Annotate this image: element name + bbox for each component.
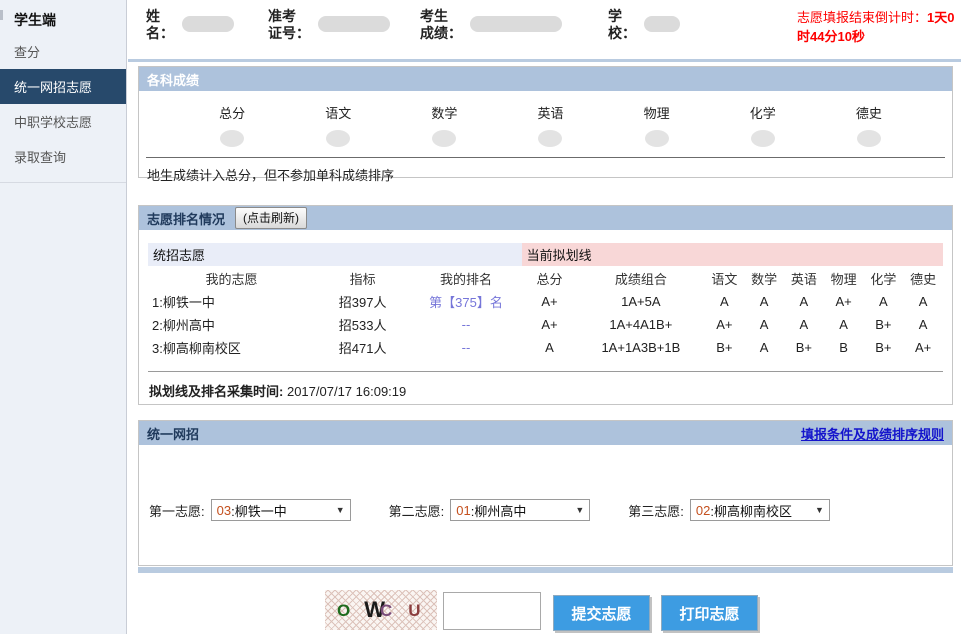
school-value-redacted (644, 16, 680, 32)
score-value-redacted (470, 16, 562, 32)
choice-second-label: 第二志愿: (389, 501, 445, 520)
score-redacted (220, 130, 244, 147)
school-label-line2: 校： (608, 25, 636, 42)
sidebar-title: 学生端 (0, 0, 126, 34)
name-label-line2: 名： (146, 25, 174, 42)
field-name: 姓名： (146, 8, 268, 42)
exam-id-value-redacted (318, 16, 390, 32)
choice-first-select[interactable]: 03:柳铁一中 ▼ (211, 499, 351, 521)
form-title: 统一网招 (147, 424, 199, 443)
captcha-letter: C (380, 602, 392, 619)
my-rank-value: -- (410, 313, 521, 336)
volunteer-ranking-section: 志愿排名情况 (点击刷新) 统招志愿 当前拟划线 我的志愿 指标 我的排名 总分… (138, 205, 953, 405)
score-redacted (857, 130, 881, 147)
name-value-redacted (182, 16, 234, 32)
unified-recruitment-section: 统一网招 填报条件及成绩排序规则 第一志愿: 03:柳铁一中 ▼ 第二志愿: 0… (138, 420, 953, 566)
subject-morality-history: 德史 (816, 103, 922, 147)
my-rank-value: 第【375】名 (410, 290, 521, 313)
subject-physics: 物理 (604, 103, 710, 147)
captcha-letter: O (337, 602, 350, 619)
sidebar-item-unified-volunteer[interactable]: 统一网招志愿 (0, 69, 126, 104)
score-redacted (326, 130, 350, 147)
sidebar-item-admission-query[interactable]: 录取查询 (0, 139, 126, 174)
group-header-left: 统招志愿 (148, 243, 522, 266)
exam-id-label-line2: 证号： (268, 25, 310, 42)
choice-third: 第三志愿: 02:柳高柳南校区 ▼ (628, 499, 830, 521)
captcha-letter: U (408, 602, 420, 619)
subject-chemistry: 化学 (710, 103, 816, 147)
score-redacted (538, 130, 562, 147)
field-exam-score: 考生成绩： (420, 8, 608, 42)
dropdown-arrow-icon: ▼ (815, 505, 824, 515)
group-header-right: 当前拟划线 (522, 243, 943, 266)
choice-first: 第一志愿: 03:柳铁一中 ▼ (149, 499, 351, 521)
choice-third-select[interactable]: 02:柳高柳南校区 ▼ (690, 499, 830, 521)
scores-note: 地生成绩计入总分，但不参加单科成绩排序 (139, 158, 952, 184)
choice-second-select[interactable]: 01:柳州高中 ▼ (450, 499, 590, 521)
name-label-line1: 姓 (146, 8, 174, 25)
dropdown-arrow-icon: ▼ (336, 505, 345, 515)
group-header-row: 统招志愿 当前拟划线 (148, 243, 943, 266)
sidebar-item-check-score[interactable]: 查分 (0, 34, 126, 69)
table-row: 2:柳州高中 招533人 -- A+ 1A+4A1B+ A+ A A A B+ … (148, 313, 943, 336)
ranking-table: 统招志愿 当前拟划线 我的志愿 指标 我的排名 总分 成绩组合 语文 数学 英语… (148, 243, 943, 359)
subject-scores-section: 各科成绩 总分 语文 数学 英语 物理 化学 德史 地生成绩计入总分，但不参加单… (138, 66, 953, 178)
field-school: 学校： (608, 8, 680, 42)
subject-total: 总分 (179, 103, 285, 147)
subject-chinese: 语文 (285, 103, 391, 147)
table-row: 3:柳高柳南校区 招471人 -- A 1A+1A3B+1B B+ A B+ B… (148, 336, 943, 359)
sidebar-divider (0, 182, 126, 183)
subject-math: 数学 (391, 103, 497, 147)
choice-third-label: 第三志愿: (628, 501, 684, 520)
sidebar: 学生端 查分 统一网招志愿 中职学校志愿 录取查询 (0, 0, 127, 634)
subject-english: 英语 (497, 103, 603, 147)
sidebar-item-vocational-volunteer[interactable]: 中职学校志愿 (0, 104, 126, 139)
collection-timestamp: 拟划线及排名采集时间: 2017/07/17 16:09:19 (139, 372, 952, 400)
score-label-line1: 考生 (420, 8, 462, 25)
score-redacted (751, 130, 775, 147)
school-label-line1: 学 (608, 8, 636, 25)
subjects-row: 总分 语文 数学 英语 物理 化学 德史 (139, 91, 952, 147)
timestamp-value: 2017/07/17 16:09:19 (287, 384, 406, 399)
print-volunteer-button[interactable]: 打印志愿 (661, 595, 758, 631)
captcha-image: O W C U (325, 590, 437, 630)
choice-second: 第二志愿: 01:柳州高中 ▼ (389, 499, 591, 521)
table-row: 1:柳铁一中 招397人 第【375】名 A+ 1A+5A A A A A+ A… (148, 290, 943, 313)
exam-id-label-line1: 准考 (268, 8, 310, 25)
score-redacted (432, 130, 456, 147)
field-exam-id: 准考证号： (268, 8, 420, 42)
sidebar-notch (0, 10, 3, 20)
subject-scores-title: 各科成绩 (139, 67, 952, 91)
choice-first-label: 第一志愿: (149, 501, 205, 520)
countdown-label: 志愿填报结束倒计时： (797, 10, 927, 25)
refresh-button[interactable]: (点击刷新) (235, 207, 307, 229)
volunteer-choices-row: 第一志愿: 03:柳铁一中 ▼ 第二志愿: 01:柳州高中 ▼ 第三志愿: 02… (139, 445, 952, 521)
student-info-header: 姓名： 准考证号： 考生成绩： 学校： 志愿填报结束倒计时：1天0时44分10秒 (128, 0, 961, 62)
my-rank-value: -- (410, 336, 521, 359)
main-content: 姓名： 准考证号： 考生成绩： 学校： 志愿填报结束倒计时：1天0时44分10秒… (128, 0, 961, 634)
section-bottom-strip (138, 567, 953, 573)
submit-volunteer-button[interactable]: 提交志愿 (553, 595, 650, 631)
dropdown-arrow-icon: ▼ (575, 505, 584, 515)
score-redacted (645, 130, 669, 147)
captcha-input[interactable] (443, 592, 541, 630)
ranking-title: 志愿排名情况 (147, 209, 225, 228)
rules-link[interactable]: 填报条件及成绩排序规则 (801, 424, 944, 443)
column-header-row: 我的志愿 指标 我的排名 总分 成绩组合 语文 数学 英语 物理 化学 德史 (148, 266, 943, 290)
deadline-countdown: 志愿填报结束倒计时：1天0时44分10秒 (797, 8, 957, 46)
score-label-line2: 成绩： (420, 25, 462, 42)
